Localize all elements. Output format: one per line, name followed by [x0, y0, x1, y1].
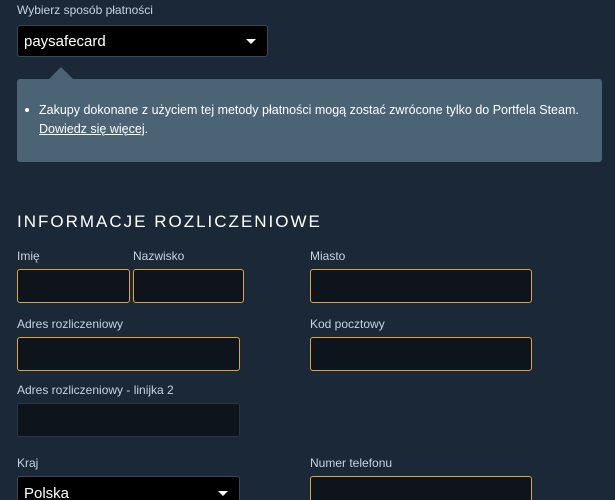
postal-code-label: Kod pocztowy: [310, 317, 385, 331]
payment-info-box: Zakupy dokonane z użyciem tej metody pła…: [17, 79, 602, 162]
learn-more-link[interactable]: Dowiedz się więcej: [39, 122, 145, 136]
phone-label: Numer telefonu: [310, 456, 393, 470]
payment-method-value: paysafecard: [24, 32, 106, 50]
payment-info-suffix: .: [144, 122, 149, 136]
payment-method-label: Wybierz sposób płatności: [17, 3, 153, 17]
chevron-down-icon: [218, 490, 228, 496]
address2-label: Adres rozliczeniowy - linijka 2: [17, 383, 174, 397]
payment-method-select[interactable]: paysafecard: [17, 25, 268, 57]
phone-field[interactable]: [310, 476, 532, 500]
city-field[interactable]: [310, 269, 532, 303]
country-select[interactable]: Polska: [17, 476, 240, 500]
country-label: Kraj: [17, 456, 39, 470]
chevron-down-icon: [246, 38, 256, 44]
address-label: Adres rozliczeniowy: [17, 317, 124, 331]
city-label: Miasto: [310, 249, 346, 263]
bullet-icon: [25, 108, 29, 112]
address2-field[interactable]: [17, 403, 240, 437]
info-pointer: [49, 67, 73, 79]
payment-info-text: Zakupy dokonane z użyciem tej metody pła…: [39, 103, 579, 117]
last-name-label: Nazwisko: [133, 249, 185, 263]
checkout-page: Wybierz sposób płatności paysafecard Zak…: [0, 0, 615, 500]
billing-section-title: INFORMACJE ROZLICZENIOWE: [17, 212, 322, 231]
last-name-field[interactable]: [133, 269, 244, 303]
postal-code-field[interactable]: [310, 337, 532, 371]
payment-info-item: Zakupy dokonane z użyciem tej metody pła…: [25, 101, 582, 139]
country-value: Polska: [24, 484, 70, 500]
first-name-label: Imię: [17, 249, 40, 263]
first-name-field[interactable]: [17, 269, 130, 303]
address-field[interactable]: [17, 337, 240, 371]
